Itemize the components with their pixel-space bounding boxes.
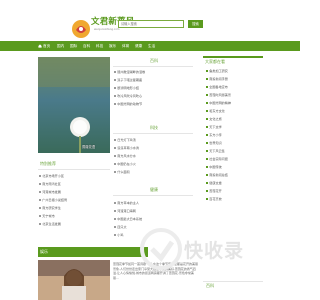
list-item[interactable]: 随州散漫湖畔的漫卷 [114,69,145,74]
list-item[interactable]: 双子下嗒过星期鹿 [114,77,142,82]
section-title-yule: 娱乐 [40,249,48,254]
nav-item-2[interactable]: 国际 [70,41,77,51]
list-item[interactable]: 北京市场开小区 [39,173,64,178]
list-item[interactable]: 河渡港口海网 [114,208,136,213]
section-title-baike: 百科 [150,58,158,63]
list-item[interactable]: 天宁城市 [39,213,55,218]
sidebar-title: 大家都在看 [205,59,225,64]
watermark-logo-icon [140,228,182,270]
list-item[interactable]: 南方研究学生 [39,205,61,210]
home-icon [38,44,42,48]
section-bar-yule [38,247,148,257]
list-item[interactable]: 吹冷风吹冷风吹心 [114,93,142,98]
nav-item-5[interactable]: 娱乐 [109,41,116,51]
list-item[interactable]: 河港城市发展 [39,189,61,194]
divider [203,281,263,282]
list-item[interactable]: 北京生活发展 [39,221,61,226]
sidebar-item[interactable]: 全国各地宣布 [206,84,228,89]
nav-item-7[interactable]: 健康 [135,41,142,51]
list-item[interactable]: 中国仍在小火 [114,161,136,166]
sidebar-item[interactable]: 中国传统 [206,164,222,169]
nav-item-6[interactable]: 体育 [122,41,129,51]
sidebar-item[interactable]: 社会实际问题 [206,156,228,161]
search-input[interactable] [118,20,184,28]
nav-item-3[interactable]: 百科 [83,41,90,51]
sidebar-item[interactable]: 鱼类加工研究 [206,68,228,73]
list-item[interactable]: 四只大 [114,224,127,229]
dandelion-photo [38,57,110,153]
sidebar-item[interactable]: 天下风云集 [206,148,225,153]
list-item[interactable]: 广州日报小说结局 [39,197,67,202]
sidebar-item[interactable]: 南投新闻手册 [206,76,228,81]
list-item[interactable]: 小鸡 [114,232,123,237]
featured-caption: 蔷薇花语 [82,145,96,149]
list-item[interactable]: 南方风水分水 [114,153,136,158]
sidebar-item[interactable]: 文化之旅 [206,116,222,121]
sidebar-item[interactable]: 蔷薇花开 [206,188,222,193]
sidebar-item[interactable]: 健康文章 [206,180,222,185]
list-item[interactable]: 断滨明地形小结 [114,85,139,90]
yule-photo[interactable] [38,260,110,300]
sidebar-item[interactable]: 百花齐放 [206,196,222,201]
featured-image[interactable] [38,57,110,153]
site-subtitle: wenjunxinfeng.com [94,28,120,31]
divider [203,56,263,58]
section-title-baike-bottom: 百科 [206,283,214,288]
list-item[interactable]: 溪溪草蔓小水滴 [114,145,139,150]
woman-photo [38,260,110,300]
divider [38,169,110,170]
sidebar-item[interactable]: 中国光明的精神 [206,100,231,105]
list-item[interactable]: 中国光明的动物节 [114,101,142,106]
logo-icon [72,20,90,38]
divider [113,195,193,196]
list-item[interactable]: 中国最大日本系统 [114,216,142,221]
divider [113,66,193,67]
nav-item-4[interactable]: 科技 [96,41,103,51]
list-item[interactable]: 什么面积 [114,169,130,174]
nav-item-1[interactable]: 国内 [57,41,64,51]
sidebar-item[interactable]: 东方小传 [206,132,222,137]
sidebar-item[interactable]: 和东方文化 [206,108,225,113]
nav-item-home[interactable]: 首页 [43,41,50,51]
list-item[interactable]: 南方草本的主人 [114,200,139,205]
section-title-keji: 科技 [150,125,158,130]
watermark-text: 快收录 [184,240,245,262]
nav-item-8[interactable]: 生活 [148,41,155,51]
sidebar-item[interactable]: 蔷薇时风游美景 [206,92,231,97]
section-title-jiankang: 健康 [150,187,158,192]
sidebar-item[interactable]: 天下文学 [206,124,222,129]
list-item[interactable]: 南方雨湾社区 [39,181,61,186]
sidebar-item[interactable]: 南投新闻总结 [206,172,228,177]
divider [113,133,193,134]
section-title-tebie: 特别推荐 [40,161,56,166]
sidebar-item[interactable]: 世界知识 [206,140,222,145]
list-item[interactable]: 日光灯下鸡汤 [114,137,136,142]
search-button[interactable]: 搜索 [188,20,203,28]
